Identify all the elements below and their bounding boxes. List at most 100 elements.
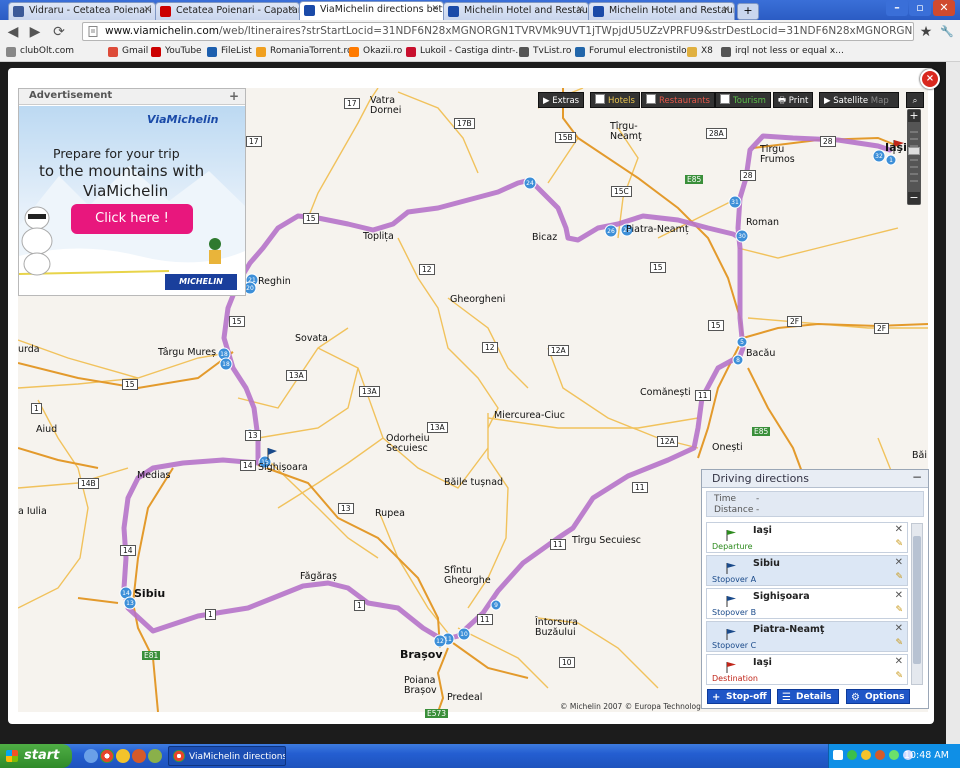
ad-banner[interactable]: ViaMichelin Prepare for your trip to the… bbox=[19, 106, 245, 295]
details-button[interactable]: ☰ Details bbox=[777, 689, 839, 704]
close-map-button[interactable]: × bbox=[920, 69, 940, 89]
maximize-button[interactable]: ▫ bbox=[909, 0, 931, 16]
map-label[interactable]: Map bbox=[871, 96, 889, 106]
stop-stopover-a[interactable]: Sibiu Stopover A ✕ ✎ bbox=[706, 555, 908, 586]
european-road-number: E573 bbox=[425, 709, 449, 718]
zoom-in-button[interactable]: + bbox=[908, 110, 920, 122]
route-marker[interactable]: 5 bbox=[736, 336, 748, 348]
extras-button[interactable]: ▶ Extras bbox=[538, 92, 585, 108]
zoom-slider[interactable]: + − bbox=[907, 109, 921, 205]
remove-stop-icon[interactable]: ✕ bbox=[895, 623, 903, 634]
skier-icon bbox=[209, 238, 221, 264]
route-marker[interactable]: 26 bbox=[604, 224, 618, 238]
bookmark-forum[interactable]: Forumul electronistilor... bbox=[575, 46, 698, 57]
address-bar[interactable]: www.viamichelin.com/web/Itineraires?strS… bbox=[82, 22, 914, 41]
hotels-toggle[interactable]: Hotels bbox=[590, 92, 640, 108]
bookmark-tvlist[interactable]: TvList.ro bbox=[519, 46, 571, 57]
tab-cetatea[interactable]: Cetatea Poienari - Capatanen ✕ bbox=[155, 2, 300, 20]
city-label: Gheorgheni bbox=[450, 294, 506, 305]
zoom-out-button[interactable]: − bbox=[908, 192, 920, 204]
minimize-button[interactable]: – bbox=[886, 0, 908, 16]
stop-off-button[interactable]: + Stop-off bbox=[707, 689, 771, 704]
close-window-button[interactable]: ✕ bbox=[933, 0, 955, 16]
stop-destination[interactable]: Iaşi Destination ✕ ✎ bbox=[706, 654, 908, 685]
edit-stop-icon[interactable]: ✎ bbox=[895, 638, 903, 648]
route-marker[interactable]: 12 bbox=[433, 634, 447, 648]
bookmark-filelist[interactable]: FileList bbox=[207, 46, 252, 57]
remove-stop-icon[interactable]: ✕ bbox=[895, 656, 903, 667]
forward-icon[interactable]: ▶ bbox=[26, 23, 44, 41]
route-marker[interactable]: 8 bbox=[732, 354, 744, 366]
remove-stop-icon[interactable]: ✕ bbox=[895, 557, 903, 568]
route-marker[interactable]: 18 bbox=[219, 357, 233, 371]
route-marker[interactable]: 32 bbox=[872, 149, 886, 163]
road-number: 28 bbox=[820, 136, 836, 147]
route-marker[interactable]: 30 bbox=[735, 229, 749, 243]
tab-michelin-hotel-2[interactable]: Michelin Hotel and Restaurant ✕ bbox=[588, 2, 735, 20]
reload-icon[interactable]: ⟳ bbox=[50, 23, 68, 41]
start-button[interactable]: start bbox=[0, 744, 72, 768]
route-marker[interactable]: 9 bbox=[490, 599, 502, 611]
tab-vidraru[interactable]: Vidraru - Cetatea Poienari ✕ bbox=[8, 2, 156, 20]
back-icon[interactable]: ◀ bbox=[4, 23, 22, 41]
restaurants-toggle[interactable]: Restaurants bbox=[641, 92, 715, 108]
satellite-label[interactable]: Satellite bbox=[833, 96, 868, 106]
expand-ad-button[interactable]: + bbox=[229, 89, 239, 103]
media-player-icon[interactable] bbox=[132, 749, 146, 763]
bookmark-gmail[interactable]: Gmail bbox=[108, 46, 148, 57]
page-scrollbar[interactable] bbox=[946, 62, 960, 744]
close-tab-icon[interactable]: ✕ bbox=[576, 5, 584, 15]
bookmark-lukoil[interactable]: Lukoil - Castiga dintr-... bbox=[406, 46, 524, 57]
remove-stop-icon[interactable]: ✕ bbox=[895, 524, 903, 535]
close-tab-icon[interactable]: ✕ bbox=[143, 5, 151, 15]
close-tab-icon[interactable]: ✕ bbox=[287, 5, 295, 15]
show-desktop-icon[interactable] bbox=[84, 749, 98, 763]
tray-icon[interactable] bbox=[847, 750, 857, 760]
search-icon[interactable]: ⌕ bbox=[906, 92, 924, 108]
close-tab-icon[interactable]: ✕ bbox=[722, 5, 730, 15]
route-marker[interactable]: 24 bbox=[523, 176, 537, 190]
edit-stop-icon[interactable]: ✎ bbox=[895, 671, 903, 681]
bookmark-clubolt[interactable]: clubOlt.com bbox=[6, 46, 74, 57]
close-tab-icon[interactable]: ✕ bbox=[431, 4, 439, 14]
stop-stopover-c[interactable]: Piatra-Neamţ Stopover C ✕ ✎ bbox=[706, 621, 908, 652]
tray-icon[interactable] bbox=[861, 750, 871, 760]
bookmark-star-icon[interactable]: ★ bbox=[917, 23, 935, 41]
minimize-panel-button[interactable]: − bbox=[912, 470, 922, 484]
bookmark-irql[interactable]: irql not less or equal x... bbox=[721, 46, 844, 57]
stop-stopover-b[interactable]: Sighişoara Stopover B ✕ ✎ bbox=[706, 588, 908, 619]
route-marker[interactable]: 1 bbox=[885, 154, 897, 166]
tourism-toggle[interactable]: Tourism bbox=[715, 92, 771, 108]
bookmark-okazii[interactable]: Okazii.ro bbox=[349, 46, 402, 57]
tray-icon[interactable] bbox=[833, 750, 843, 760]
chrome-icon[interactable] bbox=[100, 749, 114, 763]
edit-stop-icon[interactable]: ✎ bbox=[895, 605, 903, 615]
tab-michelin-hotel-1[interactable]: Michelin Hotel and Restaurant ✕ bbox=[443, 2, 589, 20]
network-icon[interactable] bbox=[889, 750, 899, 760]
edit-stop-icon[interactable]: ✎ bbox=[895, 539, 903, 549]
remove-stop-icon[interactable]: ✕ bbox=[895, 590, 903, 601]
bookmark-folder-x8[interactable]: X8 bbox=[687, 46, 713, 57]
options-button[interactable]: ⚙ Options bbox=[846, 689, 910, 704]
taskbar-item-chrome[interactable]: ViaMichelin directions ... bbox=[168, 746, 286, 766]
bookmark-youtube[interactable]: YouTube bbox=[151, 46, 202, 57]
ad-click-here-button[interactable]: Click here ! bbox=[71, 204, 193, 234]
tab-viamichelin-directions[interactable]: ViaMichelin directions between ✕ bbox=[299, 1, 444, 20]
new-tab-button[interactable]: + bbox=[737, 3, 759, 20]
route-marker[interactable]: 10 bbox=[457, 627, 471, 641]
stop-departure[interactable]: Iaşi Departure ✕ ✎ bbox=[706, 522, 908, 553]
scroll-thumb[interactable] bbox=[913, 536, 921, 664]
stops-scrollbar[interactable] bbox=[911, 523, 923, 685]
route-marker[interactable]: 31 bbox=[728, 195, 742, 209]
map-type-switch[interactable]: ▶ Satellite Map bbox=[819, 92, 899, 108]
tray-icon[interactable] bbox=[875, 750, 885, 760]
road-number: 1 bbox=[205, 609, 216, 620]
app-icon[interactable] bbox=[148, 749, 162, 763]
zoom-handle[interactable] bbox=[908, 147, 920, 155]
bookmark-romaniatorrent[interactable]: RomaniaTorrent.ro bbox=[256, 46, 353, 57]
edit-stop-icon[interactable]: ✎ bbox=[895, 572, 903, 582]
wrench-icon[interactable]: 🔧 bbox=[938, 23, 956, 41]
messenger-icon[interactable] bbox=[116, 749, 130, 763]
zoom-track[interactable] bbox=[910, 131, 918, 185]
print-button[interactable]: 🖶 Print bbox=[773, 92, 814, 108]
